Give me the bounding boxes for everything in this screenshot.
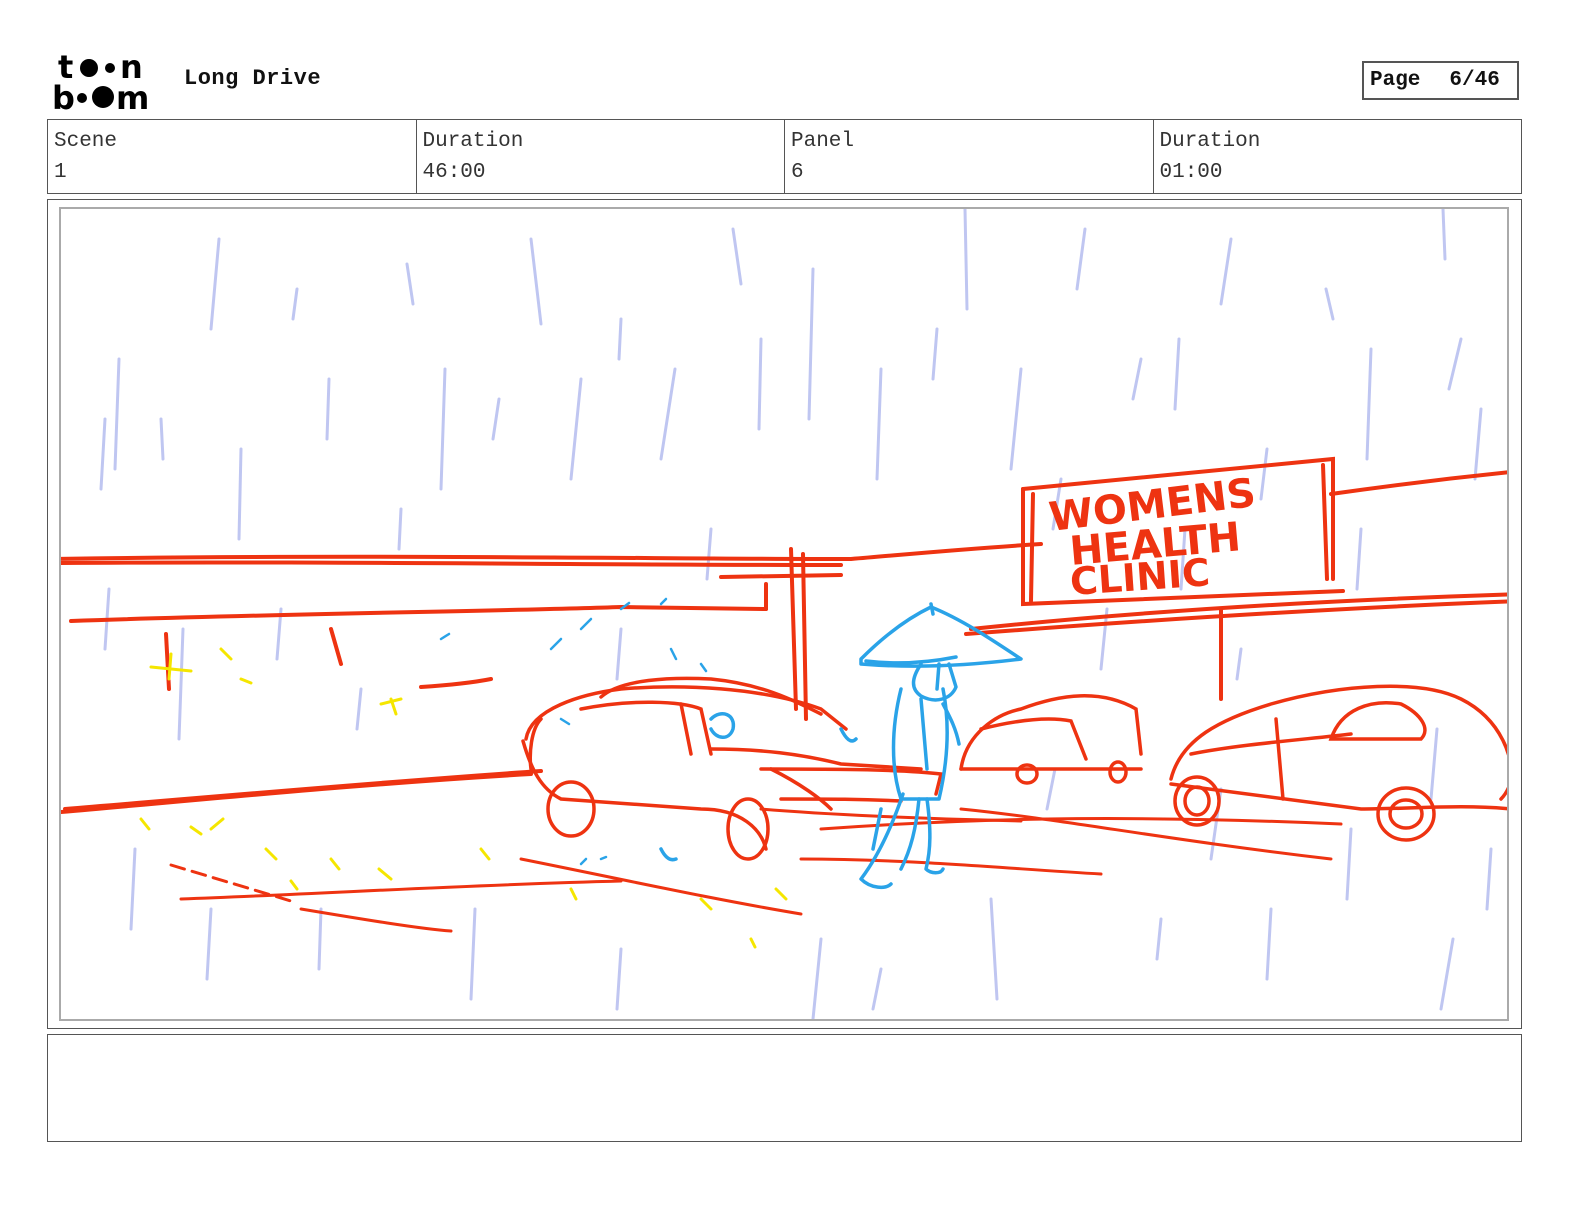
- svg-text:b: b: [52, 79, 75, 112]
- panel-duration-value: 01:00: [1159, 161, 1223, 184]
- toon-boom-logo: t n b m: [52, 50, 149, 112]
- car-left: [521, 676, 944, 861]
- scene-duration-label: Duration: [422, 130, 524, 153]
- panel-info-table: Scene 1 Duration 46:00 Panel 6 Duration …: [47, 119, 1522, 194]
- project-title: Long Drive: [184, 66, 322, 91]
- car-middle: [959, 694, 1143, 785]
- panel-duration-cell: Duration 01:00: [1154, 120, 1522, 193]
- panel-duration-label: Duration: [1159, 130, 1261, 153]
- car-right: [1169, 684, 1507, 842]
- panel-value: 6: [791, 161, 804, 184]
- panel-label: Panel: [791, 130, 855, 153]
- panel-notes: [47, 1034, 1522, 1142]
- scene-label: Scene: [54, 130, 118, 153]
- page-number: 6/46: [1449, 69, 1500, 92]
- scene-value: 1: [54, 161, 67, 184]
- panel-cell: Panel 6: [785, 120, 1154, 193]
- scene-cell: Scene 1: [48, 120, 417, 193]
- scene-duration-cell: Duration 46:00: [417, 120, 785, 193]
- blue-spray: [439, 597, 708, 866]
- page-label: Page: [1370, 69, 1421, 92]
- svg-text:m: m: [116, 79, 149, 112]
- panel-sketch: WOMENS HEALTH CLINIC: [61, 209, 1507, 1019]
- page-indicator: Page 6/46: [1362, 61, 1519, 100]
- storyboard-panel: WOMENS HEALTH CLINIC: [59, 207, 1509, 1021]
- scene-duration-value: 46:00: [422, 161, 486, 184]
